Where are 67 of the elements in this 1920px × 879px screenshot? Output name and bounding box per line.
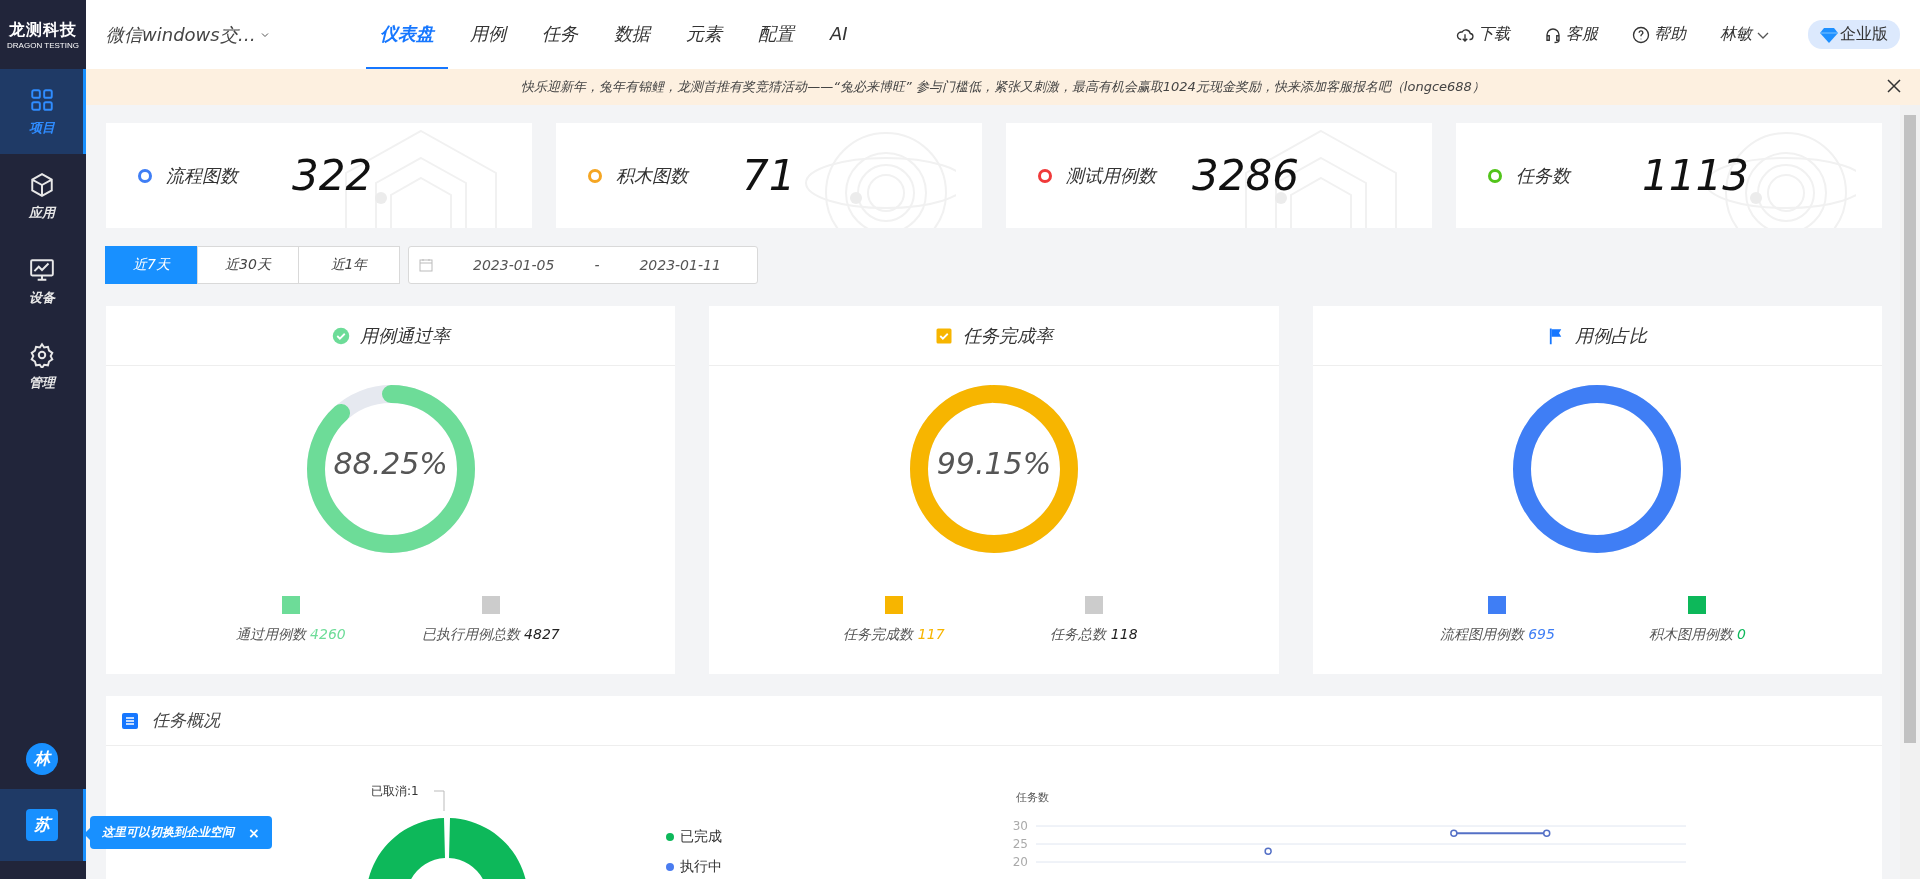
scrollbar[interactable] bbox=[1900, 105, 1920, 879]
stat-label: 测试用例数 bbox=[1066, 163, 1159, 188]
axis-title: 任务数 bbox=[1016, 790, 1049, 805]
data-point bbox=[1450, 829, 1458, 837]
ring-percentage: 99.15% bbox=[935, 446, 1053, 481]
data-label: 已取消:1 bbox=[371, 783, 419, 800]
list-icon bbox=[122, 712, 138, 729]
nav-tab[interactable]: 数据 bbox=[600, 0, 664, 69]
logo-subtitle: DRAGON TESTING bbox=[7, 40, 79, 50]
panel-title: 任务概况 bbox=[152, 709, 220, 732]
help-icon bbox=[1632, 25, 1650, 44]
axis-tick-label: 25 bbox=[1012, 837, 1028, 851]
legend-label: 任务总数 118 bbox=[1050, 626, 1138, 644]
stat-label: 流程图数 bbox=[166, 163, 241, 188]
calendar-icon bbox=[419, 258, 433, 272]
legend-item: 执行中 bbox=[666, 858, 966, 876]
range-button[interactable]: 近30天 bbox=[197, 246, 299, 284]
legend-item: 已完成 bbox=[666, 828, 966, 846]
project-selector[interactable]: 微信windows交… bbox=[106, 22, 366, 47]
panel-title: 用例通过率 bbox=[359, 323, 450, 348]
header-action[interactable]: 帮助 bbox=[1632, 24, 1686, 45]
legend-label: 已执行用例总数 4827 bbox=[421, 626, 560, 644]
legend-label: 任务完成数 117 bbox=[843, 626, 945, 644]
axis-tick-label: 20 bbox=[1012, 855, 1028, 869]
legend-label: 通过用例数 4260 bbox=[235, 626, 346, 644]
monitor-icon bbox=[28, 256, 55, 283]
panel-title: 任务完成率 bbox=[963, 323, 1053, 348]
checkbox-icon bbox=[935, 326, 953, 345]
nav-tab[interactable]: 任务 bbox=[528, 0, 592, 69]
ring-percentage: 88.25% bbox=[332, 446, 449, 481]
nav-tab[interactable]: 配置 bbox=[744, 0, 808, 69]
user-menu[interactable]: 林敏 bbox=[1720, 24, 1770, 45]
sidebar-item[interactable]: 管理 bbox=[0, 324, 86, 409]
header-action[interactable]: 客服 bbox=[1544, 24, 1598, 45]
range-button[interactable]: 近1年 bbox=[298, 246, 400, 284]
sidebar-item[interactable]: 应用 bbox=[0, 154, 86, 239]
headset-icon bbox=[1544, 25, 1562, 44]
banner-text: 快乐迎新年，兔年有锦鲤，龙测首推有奖竞猜活动——“兔必来博旺” 参与门槛低，紧张又刺激，最高有机会赢取1024元现金奖励，快来添加客服报名吧（longce688） bbox=[521, 78, 1485, 96]
header-action[interactable]: 下载 bbox=[1456, 24, 1510, 45]
sidebar-item[interactable]: 设备 bbox=[0, 239, 86, 324]
stat-value: 3286 bbox=[1192, 151, 1299, 200]
leader-line bbox=[434, 790, 446, 812]
settings-icon bbox=[28, 341, 55, 368]
cube-icon bbox=[28, 171, 55, 198]
diamond-icon bbox=[1820, 26, 1838, 43]
legend-label: 积木图用例数 0 bbox=[1648, 626, 1746, 644]
logo-title: 龙测科技 bbox=[9, 19, 77, 41]
data-point bbox=[1542, 829, 1551, 837]
avatar: 苏 bbox=[25, 809, 58, 841]
edition-badge[interactable]: 企业版 bbox=[1808, 20, 1900, 49]
check-circle-icon bbox=[331, 326, 350, 345]
data-point bbox=[1264, 847, 1272, 855]
axis-tick-label: 30 bbox=[1012, 819, 1028, 833]
panel-title: 用例占比 bbox=[1575, 323, 1648, 348]
stat-label: 任务数 bbox=[1516, 163, 1573, 188]
nav-tab[interactable]: 用例 bbox=[456, 0, 520, 69]
nav-tab[interactable]: 元素 bbox=[672, 0, 736, 69]
avatar: 林 bbox=[25, 743, 58, 775]
stat-value: 71 bbox=[742, 151, 796, 200]
grid-icon bbox=[28, 86, 55, 113]
nav-tab[interactable]: AI bbox=[816, 0, 862, 69]
legend-label: 流程图用例数 695 bbox=[1439, 626, 1555, 644]
stat-value: 322 bbox=[292, 151, 373, 200]
stat-label: 积木图数 bbox=[616, 163, 691, 188]
date-range-field[interactable]: 2023-01-05 - 2023-01-11 bbox=[408, 246, 758, 284]
tooltip-text: 这里可以切换到企业空间 bbox=[102, 824, 234, 841]
stat-value: 1113 bbox=[1642, 151, 1749, 200]
